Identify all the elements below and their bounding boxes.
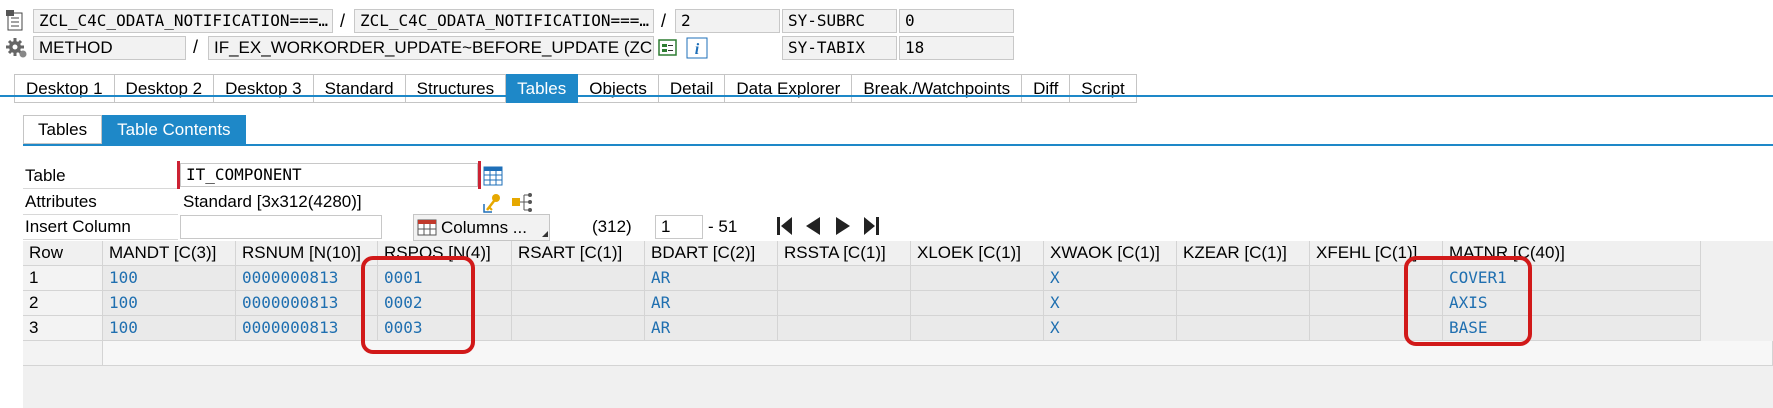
next-page-icon[interactable] bbox=[834, 216, 852, 241]
tab-detail[interactable]: Detail bbox=[658, 74, 726, 103]
column-header-rsnum[interactable]: RSNUM [N(10)] bbox=[236, 241, 378, 266]
column-header-row[interactable]: Row bbox=[23, 241, 103, 266]
columns-button[interactable]: Columns ... bbox=[413, 214, 550, 241]
tab-breakpoints[interactable]: Break./Watchpoints bbox=[852, 74, 1023, 103]
tab-script[interactable]: Script bbox=[1070, 74, 1137, 103]
display-object-icon[interactable] bbox=[658, 38, 678, 63]
sysvar-value-subrc: 0 bbox=[899, 9, 1014, 33]
cell-rssta[interactable] bbox=[778, 291, 911, 316]
cell-kzear[interactable] bbox=[1177, 316, 1310, 341]
cell-rsnum[interactable]: 0000000813 bbox=[236, 291, 378, 316]
tab-desktop-2[interactable]: Desktop 2 bbox=[114, 74, 215, 103]
row-count: (312) bbox=[592, 217, 632, 236]
tab-objects[interactable]: Objects bbox=[578, 74, 659, 103]
cell-rsnum[interactable]: 0000000813 bbox=[236, 316, 378, 341]
svg-text:i: i bbox=[695, 41, 700, 58]
previous-page-icon[interactable] bbox=[804, 216, 822, 241]
columns-icon bbox=[417, 219, 437, 241]
rspos-highlight-box bbox=[361, 256, 475, 354]
cell-bdart[interactable]: AR bbox=[645, 266, 778, 291]
tab-standard[interactable]: Standard bbox=[313, 74, 406, 103]
column-header-rssta[interactable]: RSSTA [C(1)] bbox=[778, 241, 911, 266]
event-name-field[interactable]: IF_EX_WORKORDER_UPDATE~BEFORE_UPDATE (ZC… bbox=[208, 36, 654, 60]
attributes-label: Attributes bbox=[25, 192, 97, 211]
matnr-highlight-box bbox=[1404, 256, 1532, 346]
dropdown-corner-icon bbox=[542, 231, 548, 237]
tab-desktop-3[interactable]: Desktop 3 bbox=[214, 74, 314, 103]
column-header-kzear[interactable]: KZEAR [C(1)] bbox=[1177, 241, 1310, 266]
subtab-tables[interactable]: Tables bbox=[23, 115, 103, 144]
cell-kzear[interactable] bbox=[1177, 266, 1310, 291]
main-tabstrip: Desktop 1 Desktop 2 Desktop 3 Standard S… bbox=[14, 74, 1137, 103]
cell-bdart[interactable]: AR bbox=[645, 316, 778, 341]
table-label: Table bbox=[25, 166, 66, 185]
tab-data-explorer[interactable]: Data Explorer bbox=[725, 74, 853, 103]
column-header-xloek[interactable]: XLOEK [C(1)] bbox=[911, 241, 1044, 266]
column-header-mandt[interactable]: MANDT [C(3)] bbox=[103, 241, 236, 266]
row-number: 2 bbox=[23, 291, 103, 316]
cell-kzear[interactable] bbox=[1177, 291, 1310, 316]
cell-mandt[interactable]: 100 bbox=[103, 266, 236, 291]
sysvar-name-subrc: SY-SUBRC bbox=[782, 9, 897, 33]
insert-column-label: Insert Column bbox=[25, 217, 131, 236]
tab-underline bbox=[0, 95, 1773, 97]
sysvar-name-tabix: SY-TABIX bbox=[782, 36, 897, 60]
column-header-rsart[interactable]: RSART [C(1)] bbox=[512, 241, 645, 266]
tab-diff[interactable]: Diff bbox=[1022, 74, 1071, 103]
to-row: - 51 bbox=[708, 217, 738, 236]
separator: / bbox=[340, 11, 346, 31]
separator: / bbox=[193, 37, 199, 57]
list-icon bbox=[6, 10, 26, 37]
cell-xwaok[interactable]: X bbox=[1044, 266, 1177, 291]
cell-xwaok[interactable]: X bbox=[1044, 316, 1177, 341]
sysvar-value-tabix: 18 bbox=[899, 36, 1014, 60]
last-page-icon[interactable] bbox=[862, 216, 880, 241]
row-number: 3 bbox=[23, 316, 103, 341]
cell-mandt[interactable]: 100 bbox=[103, 316, 236, 341]
subtab-underline bbox=[23, 144, 1773, 146]
column-header-bdart[interactable]: BDART [C(2)] bbox=[645, 241, 778, 266]
tab-desktop-1[interactable]: Desktop 1 bbox=[14, 74, 115, 103]
table-input-focus-frame bbox=[177, 161, 481, 189]
row-number: 1 bbox=[23, 266, 103, 291]
cell-bdart[interactable]: AR bbox=[645, 291, 778, 316]
insert-column-input[interactable] bbox=[180, 215, 382, 239]
cell-rsart[interactable] bbox=[512, 291, 645, 316]
first-page-icon[interactable] bbox=[776, 216, 794, 241]
column-header-xwaok[interactable]: XWAOK [C(1)] bbox=[1044, 241, 1177, 266]
include-field[interactable]: ZCL_C4C_ODATA_NOTIFICATION===… bbox=[354, 9, 654, 33]
cell-rssta[interactable] bbox=[778, 266, 911, 291]
attributes-value: Standard [3x312(4280)] bbox=[183, 192, 362, 211]
tab-structures[interactable]: Structures bbox=[405, 74, 507, 103]
event-type-field[interactable]: METHOD bbox=[33, 36, 186, 60]
cell-rsnum[interactable]: 0000000813 bbox=[236, 266, 378, 291]
tab-tables[interactable]: Tables bbox=[506, 74, 579, 103]
cell-mandt[interactable]: 100 bbox=[103, 291, 236, 316]
cell-xloek[interactable] bbox=[911, 266, 1044, 291]
table-icon[interactable] bbox=[483, 166, 503, 191]
cell-xloek[interactable] bbox=[911, 316, 1044, 341]
cell-xwaok[interactable]: X bbox=[1044, 291, 1177, 316]
row-number bbox=[23, 341, 103, 366]
subtab-table-contents[interactable]: Table Contents bbox=[102, 115, 246, 144]
cell-rsart[interactable] bbox=[512, 316, 645, 341]
info-icon[interactable]: i bbox=[686, 37, 708, 64]
gear-icon bbox=[6, 37, 28, 64]
from-row-input[interactable]: 1 bbox=[655, 215, 703, 239]
separator: / bbox=[661, 11, 667, 31]
program-field[interactable]: ZCL_C4C_ODATA_NOTIFICATION===… bbox=[33, 9, 333, 33]
cell-rsart[interactable] bbox=[512, 266, 645, 291]
sub-tabstrip: Tables Table Contents bbox=[23, 115, 246, 144]
cell-rssta[interactable] bbox=[778, 316, 911, 341]
columns-button-label: Columns ... bbox=[441, 218, 527, 237]
cell-xloek[interactable] bbox=[911, 291, 1044, 316]
line-field[interactable]: 2 bbox=[675, 9, 780, 33]
